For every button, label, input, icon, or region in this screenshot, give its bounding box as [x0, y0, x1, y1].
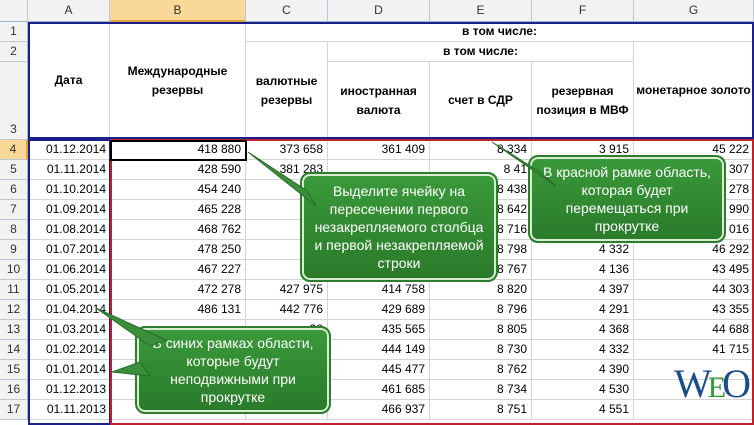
logo-e: E — [707, 371, 726, 404]
callout-blue-frame: В синих рамках области, которые будут не… — [135, 326, 331, 414]
cell-d11[interactable]: 414 758 — [328, 280, 430, 300]
cell-d17[interactable]: 466 937 — [328, 400, 430, 420]
cell-d12[interactable]: 429 689 — [328, 300, 430, 320]
cell-g12[interactable]: 43 355 — [634, 300, 754, 320]
cell-b7[interactable]: 465 228 — [110, 200, 246, 220]
row-header-3[interactable]: 3 — [0, 62, 28, 140]
header-in-total-2: в том числе: — [328, 42, 634, 62]
cell-g10[interactable]: 43 495 — [634, 260, 754, 280]
cell-b8[interactable]: 468 762 — [110, 220, 246, 240]
cell-e4[interactable]: 8 334 — [430, 140, 532, 160]
cell-e16[interactable]: 8 734 — [430, 380, 532, 400]
row-header-14[interactable]: 14 — [0, 340, 28, 360]
column-header-e[interactable]: E — [430, 0, 532, 22]
cell-a12[interactable]: 01.04.2014 — [28, 300, 110, 320]
row-header-11[interactable]: 11 — [0, 280, 28, 300]
cell-a14[interactable]: 01.02.2014 — [28, 340, 110, 360]
cell-c11[interactable]: 427 975 — [246, 280, 328, 300]
cell-a6[interactable]: 01.10.2014 — [28, 180, 110, 200]
cell-f17[interactable]: 4 551 — [532, 400, 634, 420]
row-header-1[interactable]: 1 — [0, 22, 28, 42]
header-foreign-currency: иностранная валюта — [328, 62, 430, 140]
cell-b5[interactable]: 428 590 — [110, 160, 246, 180]
row-header-17[interactable]: 17 — [0, 400, 28, 420]
row-header-7[interactable]: 7 — [0, 200, 28, 220]
row-header-10[interactable]: 10 — [0, 260, 28, 280]
cell-e17[interactable]: 8 751 — [430, 400, 532, 420]
header-currency-reserves: валютные резервы — [246, 42, 328, 140]
cell-f13[interactable]: 4 368 — [532, 320, 634, 340]
cell-g11[interactable]: 44 303 — [634, 280, 754, 300]
header-monetary-gold: монетарное золото — [634, 42, 754, 140]
column-header-c[interactable]: C — [246, 0, 328, 22]
row-header-8[interactable]: 8 — [0, 220, 28, 240]
cell-a16[interactable]: 01.12.2013 — [28, 380, 110, 400]
cell-e15[interactable]: 8 762 — [430, 360, 532, 380]
weo-logo: WEO — [674, 360, 751, 407]
row-header-6[interactable]: 6 — [0, 180, 28, 200]
cell-f10[interactable]: 4 136 — [532, 260, 634, 280]
header-date: Дата — [28, 22, 110, 140]
cell-d4[interactable]: 361 409 — [328, 140, 430, 160]
row-header-16[interactable]: 16 — [0, 380, 28, 400]
cell-e13[interactable]: 8 805 — [430, 320, 532, 340]
cell-b11[interactable]: 472 278 — [110, 280, 246, 300]
cell-b10[interactable]: 467 227 — [110, 260, 246, 280]
cell-f12[interactable]: 4 291 — [532, 300, 634, 320]
column-header-b[interactable]: B — [110, 0, 246, 22]
header-international-reserves: Международные резервы — [110, 22, 246, 140]
cell-e12[interactable]: 8 796 — [430, 300, 532, 320]
cell-a8[interactable]: 01.08.2014 — [28, 220, 110, 240]
cell-c4[interactable]: 373 658 — [246, 140, 328, 160]
row-header-12[interactable]: 12 — [0, 300, 28, 320]
cell-e14[interactable]: 8 730 — [430, 340, 532, 360]
cell-g13[interactable]: 44 688 — [634, 320, 754, 340]
cell-f9[interactable]: 4 332 — [532, 240, 634, 260]
callout-red-frame: В красной рамке область, которая будет п… — [528, 155, 726, 243]
row-header-4[interactable]: 4 — [0, 140, 28, 160]
cell-a7[interactable]: 01.09.2014 — [28, 200, 110, 220]
cell-b12[interactable]: 486 131 — [110, 300, 246, 320]
row-header-13[interactable]: 13 — [0, 320, 28, 340]
cell-b9[interactable]: 478 250 — [110, 240, 246, 260]
header-imf-position: резервная позиция в МВФ — [532, 62, 634, 140]
cell-a13[interactable]: 01.03.2014 — [28, 320, 110, 340]
column-header-g[interactable]: G — [634, 0, 754, 22]
cell-d14[interactable]: 444 149 — [328, 340, 430, 360]
cell-g14[interactable]: 41 715 — [634, 340, 754, 360]
cell-d16[interactable]: 461 685 — [328, 380, 430, 400]
cell-a9[interactable]: 01.07.2014 — [28, 240, 110, 260]
cell-f11[interactable]: 4 397 — [532, 280, 634, 300]
cell-a15[interactable]: 01.01.2014 — [28, 360, 110, 380]
logo-o: O — [722, 361, 751, 406]
row-header-5[interactable]: 5 — [0, 160, 28, 180]
header-sdr-account: счет в СДР — [430, 62, 532, 140]
column-header-f[interactable]: F — [532, 0, 634, 22]
cell-f16[interactable]: 4 530 — [532, 380, 634, 400]
header-in-total: в том числе: — [246, 22, 754, 42]
cell-b6[interactable]: 454 240 — [110, 180, 246, 200]
cell-d15[interactable]: 445 477 — [328, 360, 430, 380]
cell-a5[interactable]: 01.11.2014 — [28, 160, 110, 180]
row-header-9[interactable]: 9 — [0, 240, 28, 260]
cell-a4[interactable]: 01.12.2014 — [28, 140, 110, 160]
cell-g9[interactable]: 46 292 — [634, 240, 754, 260]
row-header-2[interactable]: 2 — [0, 42, 28, 62]
cell-b4[interactable]: 418 880 — [110, 140, 246, 160]
callout-select-cell: Выделите ячейку на пересечении первого н… — [300, 172, 498, 282]
cell-d13[interactable]: 435 565 — [328, 320, 430, 340]
column-header-a[interactable]: A — [28, 0, 110, 22]
cell-f14[interactable]: 4 332 — [532, 340, 634, 360]
select-all-corner[interactable] — [0, 0, 28, 22]
cell-a17[interactable]: 01.11.2013 — [28, 400, 110, 420]
cell-c12[interactable]: 442 776 — [246, 300, 328, 320]
logo-w: W — [674, 361, 712, 406]
cell-a10[interactable]: 01.06.2014 — [28, 260, 110, 280]
cell-f15[interactable]: 4 390 — [532, 360, 634, 380]
row-header-15[interactable]: 15 — [0, 360, 28, 380]
column-header-d[interactable]: D — [328, 0, 430, 22]
cell-e11[interactable]: 8 820 — [430, 280, 532, 300]
cell-a11[interactable]: 01.05.2014 — [28, 280, 110, 300]
